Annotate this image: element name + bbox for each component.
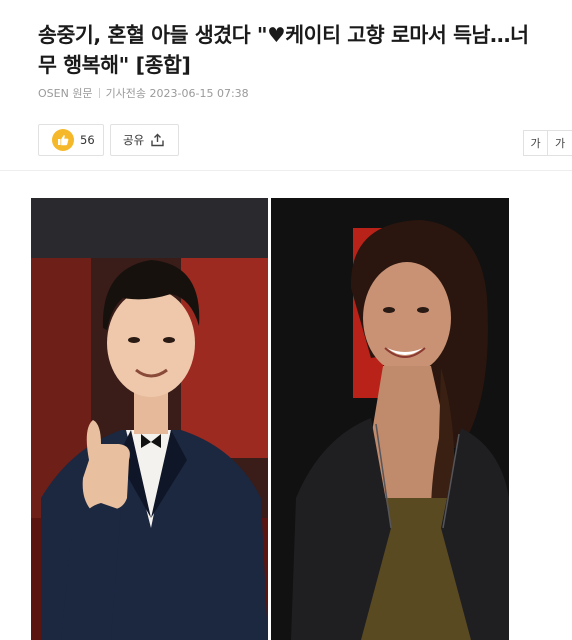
share-label: 공유 <box>123 133 145 147</box>
reaction-button[interactable]: 56 <box>38 124 104 156</box>
font-size-increase-button[interactable]: 가 <box>548 130 572 156</box>
font-size-controls: 가 가 <box>523 130 572 156</box>
meta-divider <box>98 88 100 98</box>
headline-line-2: 무 행복해" [종합] <box>38 53 191 77</box>
source-link[interactable]: OSEN 원문 <box>38 87 93 100</box>
article-meta: OSEN 원문 기사전송 2023-06-15 07:38 <box>38 85 249 101</box>
article-timestamp: 기사전송 2023-06-15 07:38 <box>105 87 249 100</box>
share-button[interactable]: 공유 <box>110 124 179 156</box>
header-divider <box>0 170 572 171</box>
article-photo <box>31 198 509 640</box>
headline-line-1: 송중기, 혼혈 아들 생겼다 "♥케이티 고향 로마서 득남…너 <box>38 23 529 47</box>
article-headline: 송중기, 혼혈 아들 생겼다 "♥케이티 고향 로마서 득남…너 무 행복해" … <box>38 20 572 80</box>
reaction-count: 56 <box>80 133 95 147</box>
thumbs-up-icon <box>52 129 74 151</box>
share-icon <box>150 133 165 147</box>
article-page: 송중기, 혼혈 아들 생겼다 "♥케이티 고향 로마서 득남…너 무 행복해" … <box>0 0 572 640</box>
font-size-decrease-button[interactable]: 가 <box>523 130 548 156</box>
